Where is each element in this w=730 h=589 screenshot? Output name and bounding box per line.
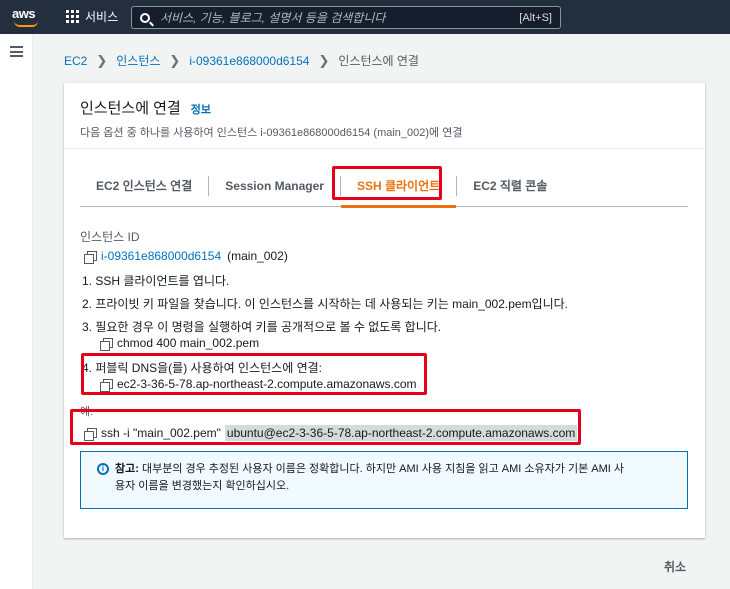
sidebar bbox=[0, 34, 33, 589]
chevron-right-icon: ❯ bbox=[169, 52, 181, 68]
services-menu-button[interactable]: 서비스 bbox=[66, 8, 118, 25]
cancel-button[interactable]: 취소 bbox=[664, 558, 686, 575]
info-link[interactable]: 정보 bbox=[191, 101, 211, 117]
top-navigation-bar: aws 서비스 서비스, 기능, 블로그, 설명서 등을 검색합니다 [Alt+… bbox=[0, 0, 730, 34]
chmod-command: chmod 400 main_002.pem bbox=[117, 336, 260, 350]
copy-icon[interactable] bbox=[100, 337, 113, 351]
step-1: 1. SSH 클라이언트를 엽니다. bbox=[82, 274, 230, 288]
chevron-right-icon: ❯ bbox=[96, 52, 108, 68]
breadcrumb-instance-id[interactable]: i-09361e868000d6154 bbox=[189, 54, 309, 68]
note-text: 대부분의 경우 추정된 사용자 이름은 정확합니다. 하지만 AMI 사용 지침… bbox=[141, 463, 624, 475]
highlight-box-dns bbox=[81, 353, 427, 395]
note-text-line2: 용자 이름을 변경했는지 확인하십시오. bbox=[115, 480, 290, 492]
connect-panel: 인스턴스에 연결 정보 다음 옵션 중 하나를 사용하여 인스턴스 i-0936… bbox=[64, 82, 705, 538]
breadcrumb-ec2[interactable]: EC2 bbox=[64, 54, 87, 68]
tab-ec2-instance-connect[interactable]: EC2 인스턴스 연결 bbox=[80, 175, 210, 196]
tab-ec2-serial-console[interactable]: EC2 직렬 콘솔 bbox=[457, 176, 563, 196]
copy-icon[interactable] bbox=[84, 250, 97, 264]
aws-smile-icon bbox=[14, 21, 38, 27]
grid-icon bbox=[66, 10, 79, 23]
note-label: 참고: bbox=[115, 463, 139, 475]
instance-name: (main_002) bbox=[227, 249, 288, 263]
panel-header: 인스턴스에 연결 정보 다음 옵션 중 하나를 사용하여 인스턴스 i-0936… bbox=[64, 83, 705, 149]
breadcrumb-current: 인스턴스에 연결 bbox=[338, 54, 419, 68]
info-icon: i bbox=[97, 463, 109, 475]
chmod-command-row: chmod 400 main_002.pem bbox=[100, 336, 260, 351]
instance-id-row: i-09361e868000d6154 (main_002) bbox=[84, 249, 288, 264]
instance-id-label: 인스턴스 ID bbox=[80, 230, 140, 244]
services-label: 서비스 bbox=[85, 10, 119, 24]
step-3: 3. 필요한 경우 이 명령을 실행하여 키를 공개적으로 볼 수 없도록 합니… bbox=[82, 320, 442, 334]
search-placeholder: 서비스, 기능, 블로그, 설명서 등을 검색합니다 bbox=[160, 11, 386, 25]
breadcrumb: EC2 ❯ 인스턴스 ❯ i-09361e868000d6154 ❯ 인스턴스에… bbox=[64, 52, 419, 69]
page-title: 인스턴스에 연결 bbox=[80, 100, 181, 117]
menu-icon[interactable] bbox=[10, 46, 23, 57]
search-shortcut: [Alt+S] bbox=[519, 11, 552, 24]
search-input[interactable]: 서비스, 기능, 블로그, 설명서 등을 검색합니다 [Alt+S] bbox=[131, 6, 561, 29]
instance-id-link[interactable]: i-09361e868000d6154 bbox=[101, 249, 221, 263]
tab-session-manager[interactable]: Session Manager bbox=[209, 175, 341, 196]
step-2: 2. 프라이빗 키 파일을 찾습니다. 이 인스턴스를 시작하는 데 사용되는 … bbox=[82, 297, 569, 311]
chevron-right-icon: ❯ bbox=[318, 52, 330, 68]
note-alert: i 참고: 대부분의 경우 추정된 사용자 이름은 정확합니다. 하지만 AMI… bbox=[80, 451, 688, 509]
breadcrumb-instances[interactable]: 인스턴스 bbox=[116, 52, 160, 69]
page-subtitle: 다음 옵션 중 하나를 사용하여 인스턴스 i-09361e868000d615… bbox=[80, 127, 463, 139]
aws-logo[interactable]: aws bbox=[12, 6, 42, 30]
aws-logo-text: aws bbox=[12, 6, 36, 21]
highlight-box-ssh-command bbox=[70, 409, 581, 445]
highlight-box-tab bbox=[332, 166, 442, 200]
search-icon bbox=[140, 12, 150, 23]
